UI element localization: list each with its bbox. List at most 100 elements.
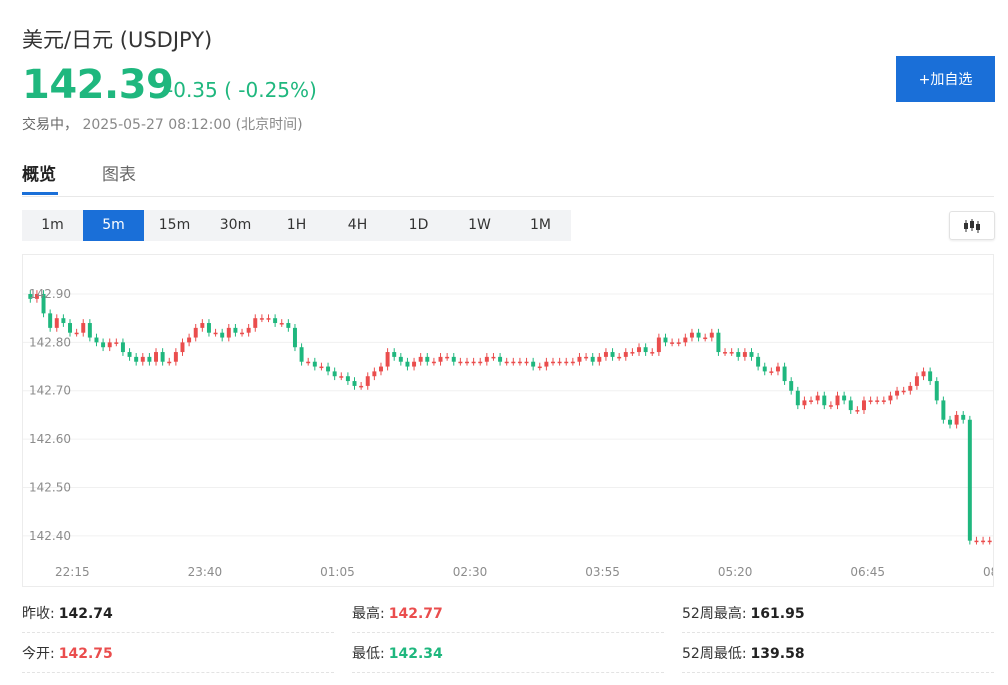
candle [630, 348, 635, 356]
interval-selector: 1m 5m 15m 30m 1H 4H 1D 1W 1M [22, 210, 571, 241]
candle-body [809, 400, 814, 402]
candle [981, 536, 986, 545]
candle-body [114, 342, 119, 344]
tab-chart[interactable]: 图表 [102, 160, 136, 185]
candle-body [504, 361, 509, 364]
candle [537, 362, 542, 371]
candle-body [689, 332, 694, 338]
candle [378, 362, 383, 376]
candle [729, 348, 734, 356]
candle [445, 353, 450, 361]
stat-prev-close-value: 142.74 [58, 606, 113, 622]
interval-5m[interactable]: 5m [83, 210, 144, 241]
candle [352, 377, 357, 390]
price-chart[interactable]: 142.90 142.80 142.70 142.60 142.50 142.40 22:1… [22, 254, 994, 587]
candle-body [233, 327, 238, 333]
candle [154, 348, 159, 366]
y-tick-label: 142.80 [29, 335, 71, 349]
tab-overview[interactable]: 概览 [22, 160, 56, 185]
add-to-watchlist-button[interactable]: +加自选 [896, 56, 995, 102]
candle [465, 357, 469, 366]
stat-high: 最高: 142.77 [352, 596, 664, 633]
stat-prev-close: 昨收: 142.74 [22, 596, 334, 633]
candle-body [279, 323, 284, 325]
candle-body [683, 337, 688, 343]
stat-low-label: 最低: [352, 646, 385, 662]
interval-1mo[interactable]: 1M [510, 210, 571, 241]
candle-body [299, 347, 304, 362]
candle-body [643, 347, 648, 353]
candle [451, 353, 456, 366]
candle [928, 367, 933, 385]
candle [484, 353, 489, 366]
candle-body [610, 352, 615, 357]
candle-body [709, 332, 714, 338]
candle-body [762, 366, 767, 372]
candle [173, 348, 178, 366]
candle-body [418, 356, 423, 362]
candle [742, 348, 747, 361]
candle-body [881, 400, 886, 402]
candle-body [921, 371, 926, 377]
candle [471, 357, 476, 366]
interval-1m[interactable]: 1m [22, 210, 83, 241]
interval-1d[interactable]: 1D [388, 210, 449, 241]
candle-body [723, 352, 728, 354]
candle-body [789, 381, 794, 391]
candle-body [134, 356, 139, 362]
candle [656, 333, 661, 356]
candle-body [471, 361, 476, 364]
chart-type-button[interactable] [949, 211, 995, 240]
candle-body [167, 361, 172, 364]
interval-30m[interactable]: 30m [205, 210, 266, 241]
interval-1h[interactable]: 1H [266, 210, 327, 241]
candle [875, 396, 880, 405]
candle [292, 324, 297, 352]
candle [312, 357, 317, 371]
stat-52w-low-label: 52周最低: [682, 646, 747, 662]
candle [610, 348, 615, 361]
candle-body [451, 356, 456, 362]
current-price: 142.39 [22, 62, 174, 108]
candle [392, 348, 397, 361]
candle [61, 314, 66, 327]
y-tick-label: 142.70 [29, 384, 71, 398]
interval-4h[interactable]: 4H [327, 210, 388, 241]
stat-open-label: 今开: [22, 646, 55, 662]
candle [577, 353, 582, 366]
candle [914, 372, 919, 390]
candle-body [835, 395, 840, 406]
candle [663, 333, 668, 347]
candle [279, 319, 284, 327]
candle [987, 536, 992, 545]
candle [385, 348, 390, 371]
candle-body [378, 366, 383, 372]
candle-body [478, 361, 483, 364]
candle-body [756, 356, 761, 367]
candle-body [392, 352, 397, 357]
candle [48, 309, 53, 332]
candle-body [928, 371, 933, 382]
interval-1w[interactable]: 1W [449, 210, 510, 241]
candle-layer [28, 290, 992, 545]
candle-body [875, 400, 880, 402]
candle [54, 314, 59, 332]
candle-body [769, 371, 774, 373]
candle [762, 362, 767, 376]
candle-body [656, 337, 661, 353]
candle-body [531, 361, 536, 367]
candle-body [74, 332, 79, 335]
candle-body [127, 352, 132, 357]
candle [120, 338, 125, 356]
candle [861, 396, 866, 414]
y-tick-label: 142.50 [29, 480, 71, 494]
candle [967, 415, 972, 545]
candle-body [802, 400, 807, 406]
candle-body [511, 361, 516, 364]
candle [974, 536, 979, 545]
candle [326, 362, 331, 376]
candle [140, 353, 145, 366]
interval-15m[interactable]: 15m [144, 210, 205, 241]
candle [590, 353, 595, 366]
candle [517, 357, 522, 366]
